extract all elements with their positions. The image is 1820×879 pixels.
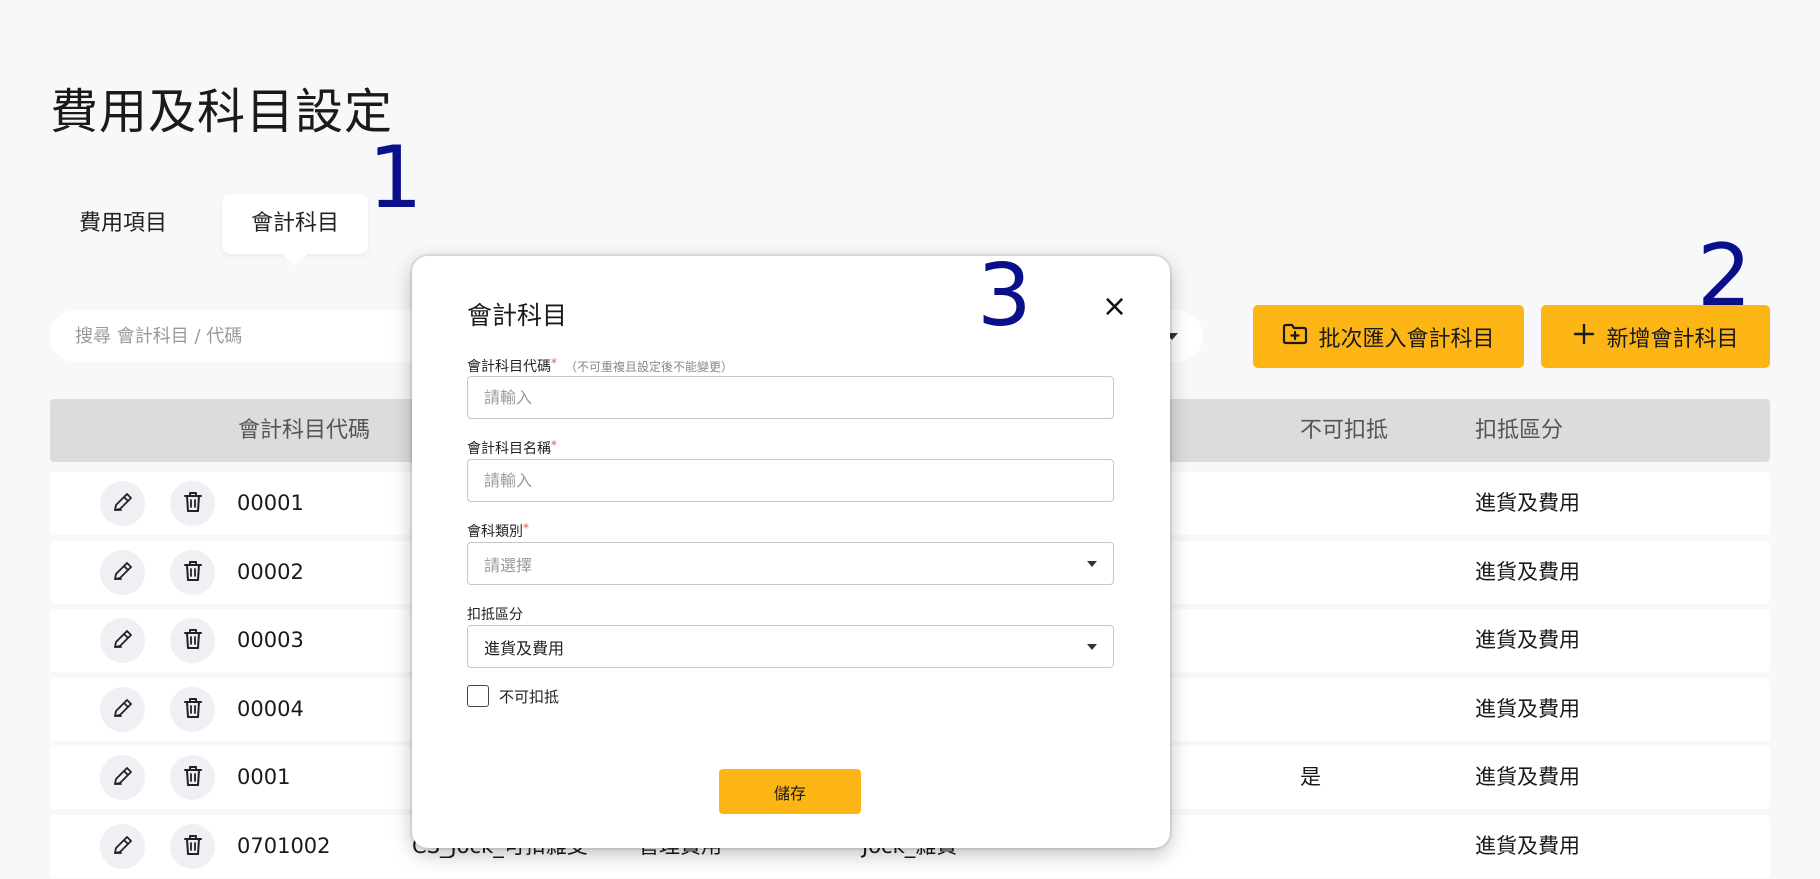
plus-icon (1572, 322, 1596, 352)
edit-button[interactable] (100, 824, 145, 869)
edit-button[interactable] (100, 755, 145, 800)
pencil-icon (111, 490, 135, 518)
cell-code: 0701002 (237, 834, 331, 858)
code-hint: （不可重複且設定後不能變更） (565, 360, 734, 374)
non-deductible-label: 不可扣抵 (499, 687, 560, 706)
batch-import-label: 批次匯入會計科目 (1318, 326, 1495, 352)
cell-code: 00001 (237, 491, 304, 515)
cell-code: 0001 (237, 765, 291, 789)
deduction-select[interactable]: 進貨及費用 (467, 625, 1114, 668)
deduction-label: 扣抵區分 (467, 607, 523, 623)
code-label: 會計科目代碼 (467, 359, 551, 375)
tab-bar: 費用項目 會計科目 (50, 194, 369, 254)
trash-icon (182, 696, 204, 724)
pencil-icon (111, 833, 135, 861)
non-deductible-checkbox[interactable] (467, 685, 489, 707)
header-code: 會計科目代碼 (238, 418, 371, 443)
header-deduction-type: 扣抵區分 (1475, 418, 1564, 443)
trash-icon (182, 490, 204, 518)
deduction-value: 進貨及費用 (484, 638, 565, 658)
save-button[interactable]: 儲存 (719, 769, 861, 814)
name-label: 會計科目名稱 (467, 441, 551, 457)
cell-code: 00003 (237, 628, 304, 652)
code-field[interactable] (467, 376, 1114, 419)
delete-button[interactable] (170, 618, 215, 663)
non-deductible-row: 不可扣抵 (467, 685, 559, 707)
modal-title: 會計科目 (467, 301, 568, 330)
pencil-icon (111, 559, 135, 587)
trash-icon (182, 627, 204, 655)
chevron-down-icon (1087, 643, 1097, 650)
cell-code: 00002 (237, 560, 304, 584)
batch-import-button[interactable]: 批次匯入會計科目 (1253, 305, 1524, 368)
close-icon[interactable]: × (1102, 292, 1127, 322)
cell-non-deductible: 是 (1300, 765, 1321, 789)
name-label-row: 會計科目名稱* (467, 438, 557, 458)
name-input[interactable] (484, 471, 1097, 490)
pencil-icon (111, 627, 135, 655)
category-label-row: 會科類別* (467, 521, 529, 541)
cell-deduction-type: 進貨及費用 (1475, 834, 1580, 858)
delete-button[interactable] (170, 824, 215, 869)
annotation-1: 1 (368, 128, 423, 228)
cell-deduction-type: 進貨及費用 (1475, 628, 1580, 652)
edit-button[interactable] (100, 618, 145, 663)
cell-code: 00004 (237, 697, 304, 721)
accounting-subject-modal: 會計科目 3 × 會計科目代碼*（不可重複且設定後不能變更） 會計科目名稱* 會… (412, 246, 1170, 848)
tab-accounting-subjects[interactable]: 會計科目 (222, 194, 369, 254)
delete-button[interactable] (170, 755, 215, 800)
trash-icon (182, 559, 204, 587)
category-label: 會科類別 (467, 524, 523, 540)
tab-expense-items[interactable]: 費用項目 (50, 194, 196, 254)
add-subject-button[interactable]: 新增會計科目 (1541, 305, 1770, 368)
required-mark: * (523, 521, 529, 535)
required-mark: * (551, 438, 557, 452)
page-title: 費用及科目設定 (50, 84, 394, 140)
chevron-down-icon (1087, 560, 1097, 567)
header-non-deductible: 不可扣抵 (1300, 418, 1389, 443)
code-label-row: 會計科目代碼* （不可重複且設定後不能變更） (467, 356, 733, 376)
cell-deduction-type: 進貨及費用 (1475, 765, 1580, 789)
folder-plus-icon (1282, 323, 1308, 351)
cell-deduction-type: 進貨及費用 (1475, 491, 1580, 515)
delete-button[interactable] (170, 481, 215, 526)
required-mark: * (551, 356, 557, 370)
trash-icon (182, 764, 204, 792)
delete-button[interactable] (170, 687, 215, 732)
code-input[interactable] (484, 388, 1097, 407)
pencil-icon (111, 696, 135, 724)
delete-button[interactable] (170, 550, 215, 595)
cell-deduction-type: 進貨及費用 (1475, 697, 1580, 721)
trash-icon (182, 833, 204, 861)
name-field[interactable] (467, 459, 1114, 502)
edit-button[interactable] (100, 687, 145, 732)
edit-button[interactable] (100, 550, 145, 595)
annotation-3: 3 (977, 246, 1032, 346)
category-placeholder: 請選擇 (484, 555, 533, 575)
category-select[interactable]: 請選擇 (467, 542, 1114, 585)
add-subject-label: 新增會計科目 (1606, 326, 1739, 352)
pencil-icon (111, 764, 135, 792)
cell-deduction-type: 進貨及費用 (1475, 560, 1580, 584)
edit-button[interactable] (100, 481, 145, 526)
